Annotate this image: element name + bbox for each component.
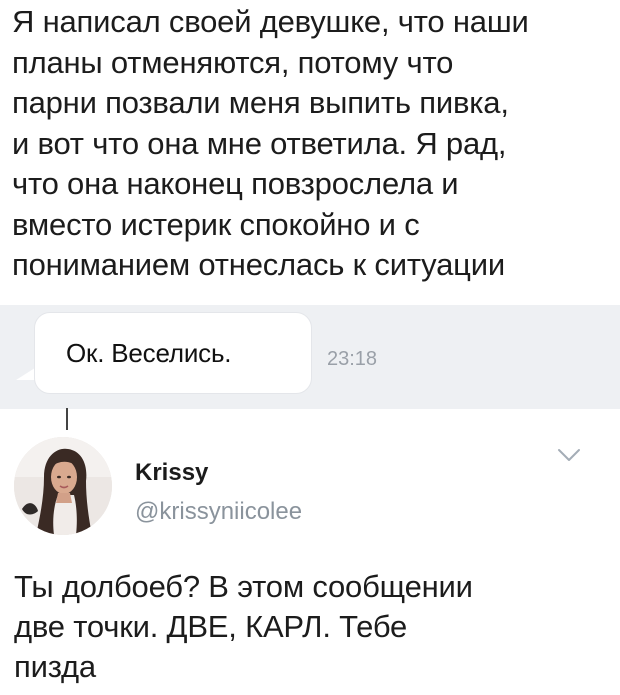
message-time: 23:18: [327, 348, 378, 370]
avatar[interactable]: [14, 437, 112, 535]
profile-photo-icon: [14, 437, 112, 535]
chevron-down-icon[interactable]: [556, 446, 582, 464]
tweet-text: Ты долбоеб? В этом сообщении две точки. …: [14, 569, 473, 684]
message-text: Ок. Веселись.: [66, 338, 232, 368]
author-handle[interactable]: @krissyniicolee: [135, 498, 302, 526]
post-text: Я написал своей девушке, что наши планы …: [12, 4, 529, 282]
author-name[interactable]: Krissy: [135, 459, 208, 487]
thread-connector: [66, 408, 68, 430]
